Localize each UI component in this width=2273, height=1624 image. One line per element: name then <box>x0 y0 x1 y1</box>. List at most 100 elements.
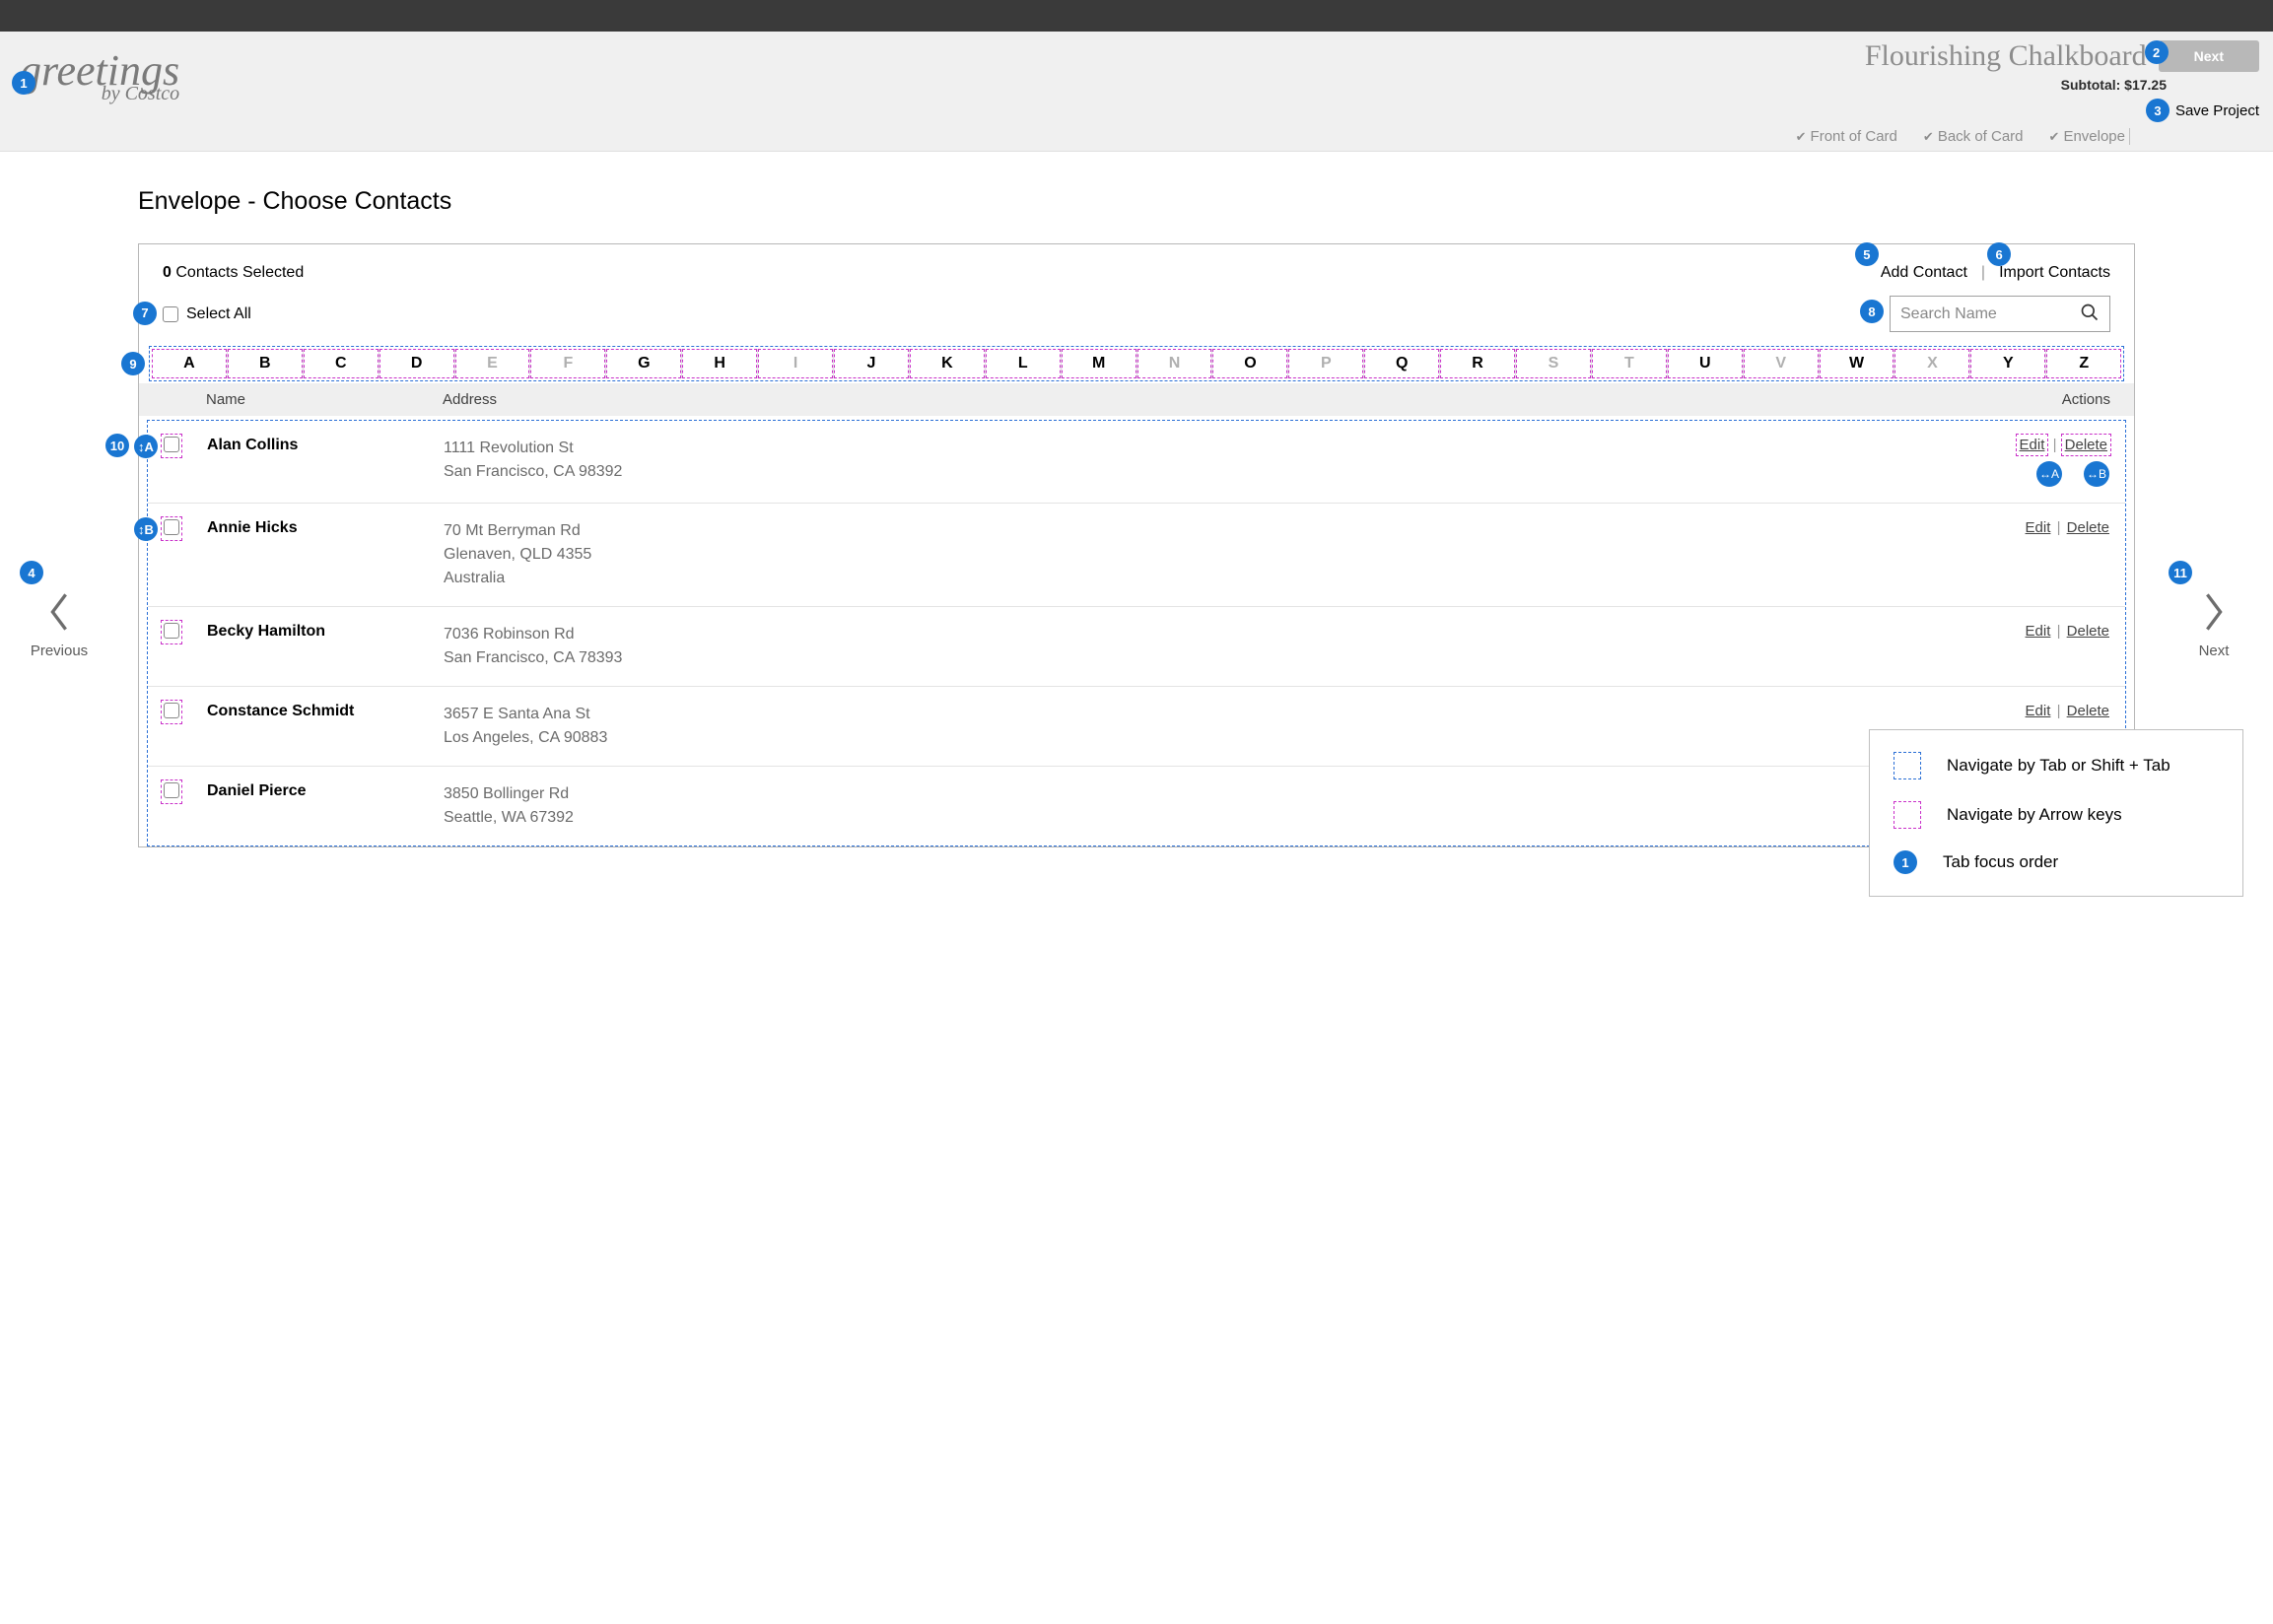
edit-link[interactable]: Edit <box>2026 623 2051 640</box>
contact-name: Constance Schmidt <box>207 703 444 720</box>
previous-nav[interactable]: 4 Previous <box>20 590 99 659</box>
delete-link[interactable]: Delete <box>2067 703 2109 719</box>
alpha-P: P <box>1287 349 1363 378</box>
select-all-checkbox[interactable] <box>163 306 178 322</box>
save-project-link[interactable]: Save Project <box>2175 102 2259 119</box>
add-contact-link[interactable]: Add Contact <box>1881 264 1967 281</box>
chevron-left-icon <box>45 590 73 634</box>
edit-link[interactable]: Edit <box>2026 703 2051 719</box>
contact-name: Becky Hamilton <box>207 623 444 641</box>
table-header: Name Address Actions <box>139 383 2134 416</box>
contact-address: 3850 Bollinger RdSeattle, WA 67392 <box>444 782 1981 830</box>
alpha-H[interactable]: H <box>681 349 757 378</box>
alpha-W[interactable]: W <box>1819 349 1894 378</box>
alpha-I: I <box>757 349 833 378</box>
table-row: Becky Hamilton7036 Robinson RdSan Franci… <box>148 606 2125 686</box>
alpha-M[interactable]: M <box>1061 349 1136 378</box>
alpha-T: T <box>1591 349 1667 378</box>
legend-tab-label: Navigate by Tab or Shift + Tab <box>1947 756 2170 776</box>
badge-9: 9 <box>121 352 145 375</box>
alpha-Q[interactable]: Q <box>1363 349 1439 378</box>
check-icon: ✔ <box>2049 129 2060 144</box>
table-row: Constance Schmidt3657 E Santa Ana StLos … <box>148 686 2125 766</box>
alpha-G[interactable]: G <box>605 349 681 378</box>
import-contacts-link[interactable]: Import Contacts <box>1999 264 2110 281</box>
progress-steps: ✔Front of Card ✔Back of Card ✔Envelope <box>1796 128 2130 145</box>
badge-5: 5 <box>1855 242 1879 266</box>
legend-badge-swatch: 1 <box>1894 850 1917 874</box>
alpha-J[interactable]: J <box>833 349 909 378</box>
col-name: Name <box>206 391 443 408</box>
badge-vA: ↕A <box>134 435 158 458</box>
next-nav[interactable]: 11 Next <box>2174 590 2253 659</box>
alpha-Z[interactable]: Z <box>2045 349 2121 378</box>
row-checkbox[interactable] <box>164 623 179 639</box>
alpha-K[interactable]: K <box>909 349 985 378</box>
row-checkbox[interactable] <box>164 782 179 798</box>
badge-10: 10 <box>105 434 129 457</box>
next-label: Next <box>2174 643 2253 659</box>
row-checkbox[interactable] <box>164 437 179 452</box>
delete-link[interactable]: Delete <box>2067 519 2109 536</box>
contact-rows: ↕AAlan Collins1111 Revolution StSan Fran… <box>147 420 2126 846</box>
contact-address: 3657 E Santa Ana StLos Angeles, CA 90883 <box>444 703 1981 750</box>
product-title: Flourishing Chalkboard <box>1865 39 2147 73</box>
search-input[interactable] <box>1900 305 2068 323</box>
badge-7: 7 <box>133 302 157 325</box>
contact-name: Alan Collins <box>207 437 444 454</box>
alpha-O[interactable]: O <box>1211 349 1287 378</box>
alpha-N: N <box>1136 349 1212 378</box>
separator: | <box>2052 519 2064 536</box>
progress-back[interactable]: ✔Back of Card <box>1923 128 2024 145</box>
alpha-D[interactable]: D <box>379 349 454 378</box>
alpha-A[interactable]: A <box>152 349 227 378</box>
badge-6: 6 <box>1987 242 2011 266</box>
topbar <box>0 0 2273 32</box>
progress-envelope[interactable]: ✔Envelope <box>2049 128 2125 145</box>
table-row: ↕AAlan Collins1111 Revolution StSan Fran… <box>148 421 2125 503</box>
badge-3: 3 <box>2146 99 2170 122</box>
badge-4: 4 <box>20 561 43 584</box>
alphabet-filter: ABCDEFGHIJKLMNOPQRSTUVWXYZ <box>149 346 2124 381</box>
progress-front[interactable]: ✔Front of Card <box>1796 128 1897 145</box>
edit-link[interactable]: Edit <box>2020 437 2045 453</box>
legend-arrow-swatch <box>1894 801 1921 829</box>
separator: | <box>2052 623 2064 640</box>
contact-name: Daniel Pierce <box>207 782 444 800</box>
badge-11: 11 <box>2169 561 2192 584</box>
badge-hB: ↔B <box>2084 461 2109 487</box>
chevron-right-icon <box>2200 590 2228 634</box>
alpha-C[interactable]: C <box>303 349 379 378</box>
search-box[interactable] <box>1890 296 2110 332</box>
badge-2: 2 <box>2145 40 2169 64</box>
alpha-X: X <box>1894 349 1969 378</box>
row-checkbox[interactable] <box>164 703 179 718</box>
table-row: Daniel Pierce3850 Bollinger RdSeattle, W… <box>148 766 2125 846</box>
delete-link[interactable]: Delete <box>2065 437 2107 453</box>
alpha-F: F <box>529 349 605 378</box>
check-icon: ✔ <box>1923 129 1934 144</box>
contact-name: Annie Hicks <box>207 519 444 537</box>
page-title: Envelope - Choose Contacts <box>138 187 2273 216</box>
edit-link[interactable]: Edit <box>2026 519 2051 536</box>
contact-address: 7036 Robinson RdSan Francisco, CA 78393 <box>444 623 1981 670</box>
alpha-S: S <box>1515 349 1591 378</box>
legend-tab-swatch <box>1894 752 1921 779</box>
delete-link[interactable]: Delete <box>2067 623 2109 640</box>
row-checkbox[interactable] <box>164 519 179 535</box>
legend-arrow-label: Navigate by Arrow keys <box>1947 805 2122 825</box>
next-button[interactable]: Next <box>2159 40 2259 72</box>
alpha-L[interactable]: L <box>985 349 1061 378</box>
badge-8: 8 <box>1860 300 1884 323</box>
contact-address: 1111 Revolution StSan Francisco, CA 9839… <box>444 437 1981 484</box>
logo[interactable]: greetings by Costco <box>20 51 179 105</box>
check-icon: ✔ <box>1796 129 1807 144</box>
legend-order-label: Tab focus order <box>1943 852 2058 872</box>
contact-panel: 0 Contacts Selected 5 Add Contact | 6 Im… <box>138 243 2135 847</box>
alpha-Y[interactable]: Y <box>1969 349 2045 378</box>
alpha-U[interactable]: U <box>1667 349 1743 378</box>
alpha-B[interactable]: B <box>227 349 303 378</box>
subtotal: Subtotal: $17.25 <box>2061 77 2167 93</box>
alpha-R[interactable]: R <box>1439 349 1515 378</box>
search-icon <box>2080 303 2100 325</box>
